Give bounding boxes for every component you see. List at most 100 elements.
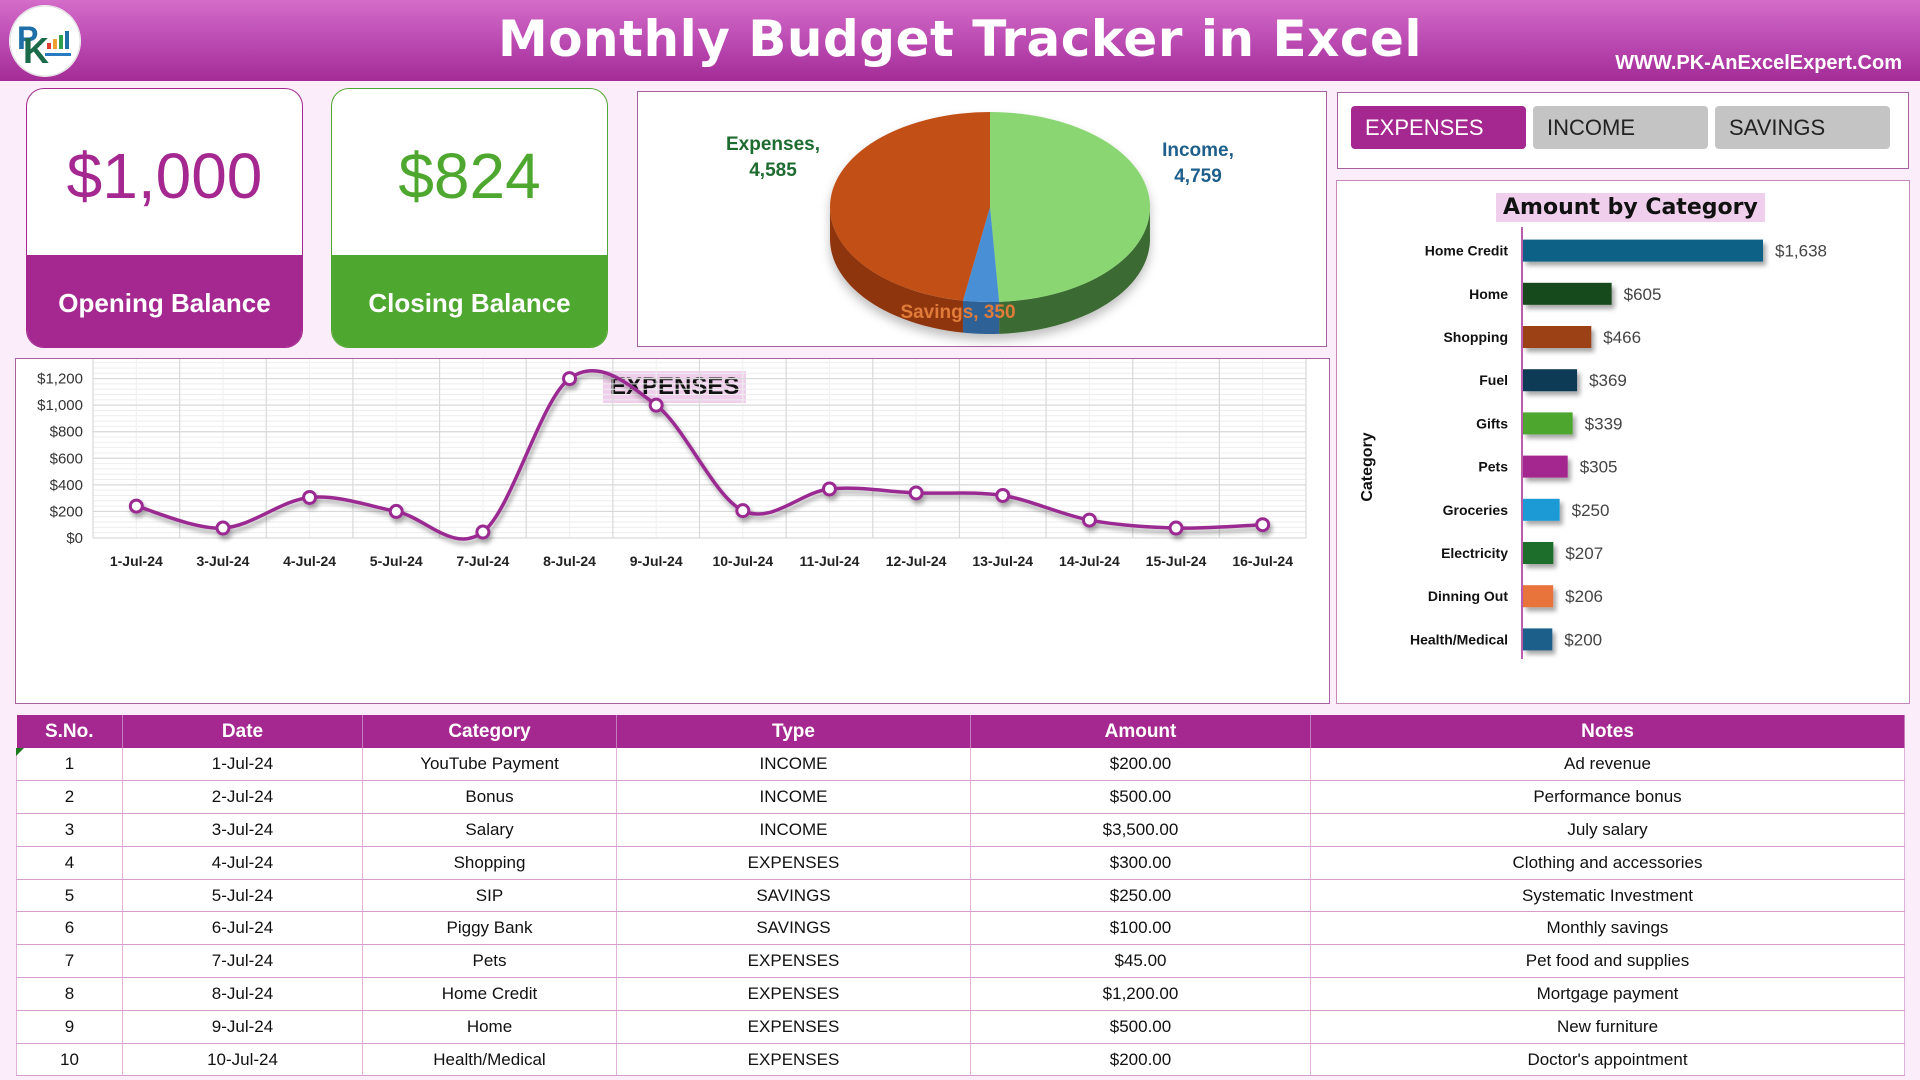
cell-date[interactable]: 6-Jul-24 bbox=[122, 911, 363, 946]
cell-notes[interactable]: Mortgage payment bbox=[1310, 977, 1905, 1011]
cell-amount[interactable]: $45.00 bbox=[970, 944, 1311, 979]
cell-amount[interactable]: $300.00 bbox=[970, 846, 1311, 880]
cell-notes[interactable]: Doctor's appointment bbox=[1310, 1043, 1905, 1077]
data-point-10-Jul-24[interactable] bbox=[735, 503, 751, 519]
website-link[interactable]: WWW.PK-AnExcelExpert.Com bbox=[1615, 52, 1902, 75]
cell-category[interactable]: Home Credit bbox=[362, 977, 617, 1011]
cell-type[interactable]: EXPENSES bbox=[616, 977, 971, 1011]
cell-type[interactable]: INCOME bbox=[616, 813, 971, 847]
cell-category[interactable]: Bonus bbox=[362, 780, 617, 815]
category-label: Dinning Out bbox=[1428, 588, 1508, 604]
cell-amount[interactable]: $200.00 bbox=[970, 748, 1311, 782]
cell-date[interactable]: 4-Jul-24 bbox=[122, 846, 363, 880]
x-tick-label: 7-Jul-24 bbox=[456, 553, 509, 569]
cell-category[interactable]: YouTube Payment bbox=[362, 748, 617, 782]
cell-notes[interactable]: Monthly savings bbox=[1310, 911, 1905, 946]
cell-category[interactable]: Shopping bbox=[362, 846, 617, 880]
cell-date[interactable]: 9-Jul-24 bbox=[122, 1010, 363, 1044]
bar-home-credit[interactable] bbox=[1523, 239, 1763, 262]
cell-sno[interactable]: 9 bbox=[16, 1010, 123, 1044]
cell-category[interactable]: Salary bbox=[362, 813, 617, 847]
cell-type[interactable]: INCOME bbox=[616, 748, 971, 782]
cell-type[interactable]: INCOME bbox=[616, 780, 971, 815]
bar-home[interactable] bbox=[1523, 282, 1612, 305]
cell-amount[interactable]: $500.00 bbox=[970, 780, 1311, 815]
cell-category[interactable]: Pets bbox=[362, 944, 617, 979]
cell-amount[interactable]: $1,200.00 bbox=[970, 977, 1311, 1011]
data-point-9-Jul-24[interactable] bbox=[648, 397, 664, 413]
cell-type[interactable]: EXPENSES bbox=[616, 846, 971, 880]
cell-category[interactable]: SIP bbox=[362, 879, 617, 913]
header-date[interactable]: Date bbox=[122, 715, 363, 748]
cell-notes[interactable]: Systematic Investment bbox=[1310, 879, 1905, 913]
cell-amount[interactable]: $500.00 bbox=[970, 1010, 1311, 1044]
data-point-1-Jul-24[interactable] bbox=[128, 498, 144, 514]
cell-sno[interactable]: 4 bbox=[16, 846, 123, 880]
cell-category[interactable]: Health/Medical bbox=[362, 1043, 617, 1077]
bar-fuel[interactable] bbox=[1523, 369, 1578, 392]
cell-sno[interactable]: 8 bbox=[16, 977, 123, 1011]
cell-sno[interactable]: 3 bbox=[16, 813, 123, 847]
cell-notes[interactable]: Ad revenue bbox=[1310, 748, 1905, 782]
cell-type[interactable]: SAVINGS bbox=[616, 911, 971, 946]
bar-groceries[interactable] bbox=[1523, 498, 1560, 521]
cell-type[interactable]: EXPENSES bbox=[616, 944, 971, 979]
slicer-income-button[interactable]: INCOME bbox=[1533, 106, 1708, 149]
data-point-3-Jul-24[interactable] bbox=[215, 520, 231, 536]
cell-notes[interactable]: New furniture bbox=[1310, 1010, 1905, 1044]
cell-type[interactable]: SAVINGS bbox=[616, 879, 971, 913]
bar-dinning-out[interactable] bbox=[1523, 585, 1554, 608]
cell-amount[interactable]: $200.00 bbox=[970, 1043, 1311, 1077]
pie-label-savings: Savings, 350 bbox=[900, 302, 1015, 323]
cell-sno[interactable]: 6 bbox=[16, 911, 123, 946]
cell-date[interactable]: 8-Jul-24 bbox=[122, 977, 363, 1011]
cell-notes[interactable]: Clothing and accessories bbox=[1310, 846, 1905, 880]
data-point-8-Jul-24[interactable] bbox=[562, 371, 578, 387]
bar-value-label: $339 bbox=[1585, 414, 1623, 433]
cell-amount[interactable]: $3,500.00 bbox=[970, 813, 1311, 847]
cell-notes[interactable]: Pet food and supplies bbox=[1310, 944, 1905, 979]
cell-sno[interactable]: 1 bbox=[16, 748, 123, 782]
cell-notes[interactable]: Performance bonus bbox=[1310, 780, 1905, 815]
cell-date[interactable]: 2-Jul-24 bbox=[122, 780, 363, 815]
cell-notes[interactable]: July salary bbox=[1310, 813, 1905, 847]
y-tick-label: $600 bbox=[50, 450, 83, 467]
cell-sno[interactable]: 5 bbox=[16, 879, 123, 913]
cell-type[interactable]: EXPENSES bbox=[616, 1043, 971, 1077]
bar-pets[interactable] bbox=[1523, 455, 1568, 478]
header-sno[interactable]: S.No. bbox=[16, 715, 123, 748]
bar-electricity[interactable] bbox=[1523, 542, 1554, 564]
header-type[interactable]: Type bbox=[616, 715, 971, 748]
data-point-13-Jul-24[interactable] bbox=[995, 487, 1011, 503]
header-amount[interactable]: Amount bbox=[970, 715, 1311, 748]
cell-amount[interactable]: $100.00 bbox=[970, 911, 1311, 946]
cell-date[interactable]: 7-Jul-24 bbox=[122, 944, 363, 979]
slicer-savings-button[interactable]: SAVINGS bbox=[1715, 106, 1890, 149]
cell-sno[interactable]: 7 bbox=[16, 944, 123, 979]
cell-category[interactable]: Home bbox=[362, 1010, 617, 1044]
cell-category[interactable]: Piggy Bank bbox=[362, 911, 617, 946]
cell-date[interactable]: 10-Jul-24 bbox=[122, 1043, 363, 1077]
data-point-16-Jul-24[interactable] bbox=[1255, 517, 1271, 533]
bar-shopping[interactable] bbox=[1523, 326, 1592, 348]
data-point-15-Jul-24[interactable] bbox=[1168, 520, 1184, 536]
cell-amount[interactable]: $250.00 bbox=[970, 879, 1311, 913]
bar-health-medical[interactable] bbox=[1523, 628, 1553, 651]
data-point-7-Jul-24[interactable] bbox=[475, 524, 491, 540]
cell-type[interactable]: EXPENSES bbox=[616, 1010, 971, 1044]
data-point-12-Jul-24[interactable] bbox=[908, 485, 924, 501]
header-category[interactable]: Category bbox=[362, 715, 617, 748]
slicer-expenses-button[interactable]: EXPENSES bbox=[1351, 106, 1526, 149]
cell-date[interactable]: 3-Jul-24 bbox=[122, 813, 363, 847]
category-bar-chart: Category Home Credit $1,638 Home $605 Shoppin… bbox=[1359, 227, 1827, 659]
bar-gifts[interactable] bbox=[1523, 412, 1573, 435]
cell-date[interactable]: 1-Jul-24 bbox=[122, 748, 363, 782]
data-point-4-Jul-24[interactable] bbox=[302, 489, 318, 505]
header-notes[interactable]: Notes bbox=[1310, 715, 1905, 748]
cell-sno[interactable]: 2 bbox=[16, 780, 123, 815]
data-point-11-Jul-24[interactable] bbox=[821, 481, 837, 497]
cell-date[interactable]: 5-Jul-24 bbox=[122, 879, 363, 913]
data-point-5-Jul-24[interactable] bbox=[388, 503, 404, 519]
cell-sno[interactable]: 10 bbox=[16, 1043, 123, 1077]
data-point-14-Jul-24[interactable] bbox=[1081, 512, 1097, 528]
